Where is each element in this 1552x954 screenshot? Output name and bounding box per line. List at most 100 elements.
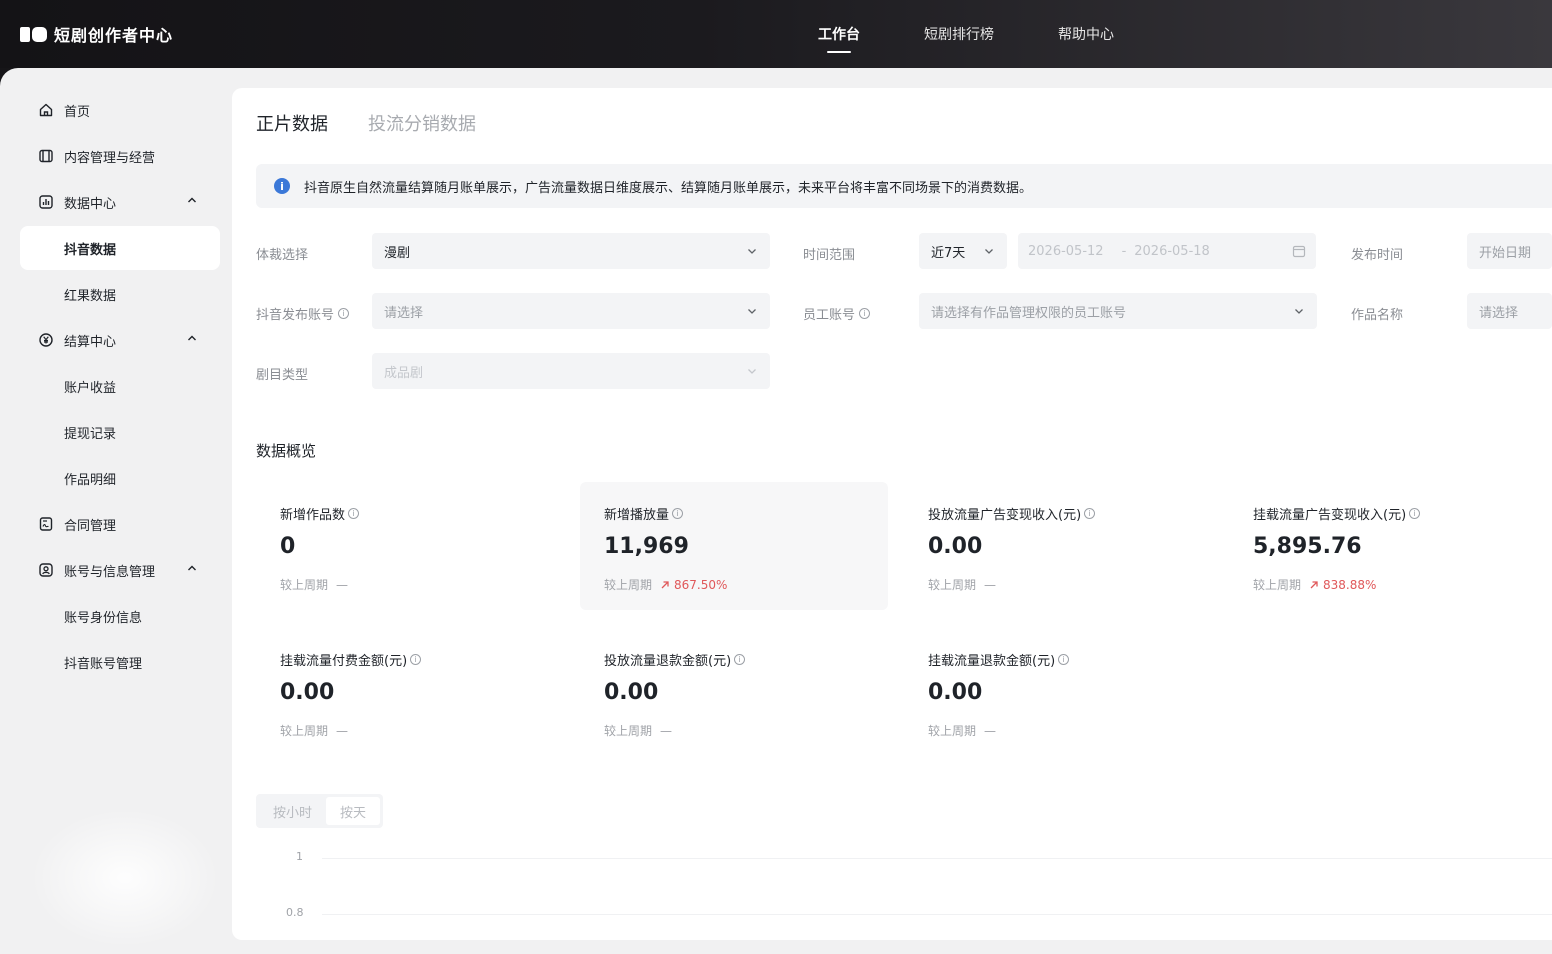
genre-select[interactable]: 漫剧 [372, 233, 770, 269]
staff-account-label: 员工账号 i [803, 304, 871, 323]
y-tick-label: 1 [296, 850, 303, 863]
y-tick-label: 0.8 [286, 906, 304, 919]
compare-label: 较上周期 [928, 578, 977, 592]
tab-main-data[interactable]: 正片数据 [256, 110, 328, 136]
metric-card-ad-revenue-mounted: 挂载流量广告变现收入(元) i 5,895.76 较上周期 838.88% [1229, 482, 1537, 610]
help-icon[interactable]: i [410, 654, 422, 665]
publish-start-placeholder: 开始日期 [1479, 245, 1532, 261]
help-icon[interactable]: i [348, 508, 360, 519]
notice-text: 抖音原生自然流量结算随月账单展示，广告流量数据日维度展示、结算随月账单展示，未来… [304, 180, 1033, 196]
help-icon[interactable]: i [1084, 508, 1096, 519]
sidebar-item-label: 账号与信息管理 [64, 564, 156, 580]
chevron-up-icon [188, 335, 196, 341]
calendar-icon[interactable] [1292, 244, 1306, 258]
metric-value: 5,895.76 [1253, 534, 1362, 559]
main-shell: 首页 内容管理与经营 数据中心 抖音数据 红果数据 结算中心 账户收益 提现记录… [0, 68, 1552, 954]
drama-type-value: 成品剧 [384, 365, 424, 381]
sidebar-item-account-info[interactable]: 账号与信息管理 [20, 548, 220, 592]
top-nav-help[interactable]: 帮助中心 [1058, 24, 1114, 44]
metric-card-paid-amount: 挂载流量付费金额(元) i 0.00 较上周期 — [256, 628, 564, 756]
metric-change: 867.50% [674, 577, 728, 592]
metric-card-new-plays: 新增播放量 i 11,969 较上周期 867.50% [580, 482, 888, 610]
end-date[interactable]: 2026-05-18 [1134, 244, 1210, 259]
staff-account-placeholder: 请选择有作品管理权限的员工账号 [931, 305, 1127, 321]
time-range-value: 近7天 [931, 245, 966, 261]
top-nav-ranking[interactable]: 短剧排行榜 [924, 24, 994, 44]
help-icon[interactable]: i [338, 308, 350, 319]
help-icon[interactable]: i [1409, 508, 1421, 519]
sidebar-item-label: 结算中心 [64, 334, 117, 350]
sidebar-item-content[interactable]: 内容管理与经营 [20, 134, 220, 178]
granularity-hourly[interactable]: 按小时 [259, 797, 326, 825]
metric-title: 投放流量广告变现收入(元) [928, 508, 1082, 523]
chevron-up-icon [188, 197, 196, 203]
work-name-select[interactable]: 请选择 [1467, 293, 1552, 329]
sidebar-item-contract[interactable]: 合同管理 [20, 502, 220, 546]
data-tabs: 正片数据 投流分销数据 [256, 110, 516, 136]
metric-title: 新增播放量 [604, 508, 670, 523]
start-date[interactable]: 2026-05-12 [1028, 244, 1104, 259]
metric-title: 挂载流量付费金额(元) [280, 654, 408, 669]
top-nav: 工作台 短剧排行榜 帮助中心 [818, 24, 1178, 53]
publish-time-label: 发布时间 [1351, 248, 1404, 263]
chevron-down-icon [748, 249, 756, 254]
sidebar-item-label: 合同管理 [64, 518, 117, 534]
sidebar-item-data-center[interactable]: 数据中心 [20, 180, 220, 224]
granularity-daily[interactable]: 按天 [326, 797, 381, 825]
metric-value: 0.00 [928, 534, 983, 559]
help-icon[interactable]: i [859, 308, 871, 319]
metric-title: 挂载流量退款金额(元) [928, 654, 1056, 669]
metric-change: — [984, 577, 997, 592]
metric-change-up: 838.88% [1309, 578, 1376, 592]
sidebar-item-hongguo-data[interactable]: 红果数据 [20, 272, 220, 316]
help-icon[interactable]: i [734, 654, 746, 665]
sidebar-item-label: 抖音账号管理 [64, 656, 143, 672]
info-icon: i [274, 178, 290, 194]
help-icon[interactable]: i [1058, 654, 1070, 665]
chart-gridline [322, 858, 1552, 859]
work-name-label: 作品名称 [1351, 308, 1404, 323]
douyin-account-label: 抖音发布账号 i [256, 304, 350, 323]
sidebar-item-douyin-account[interactable]: 抖音账号管理 [20, 640, 220, 684]
time-range-select[interactable]: 近7天 [919, 233, 1007, 269]
douyin-account-placeholder: 请选择 [384, 305, 424, 321]
metric-change: — [660, 723, 673, 738]
metric-value: 11,969 [604, 534, 689, 559]
sidebar-item-account-earnings[interactable]: 账户收益 [20, 364, 220, 408]
sidebar-item-withdraw-records[interactable]: 提现记录 [20, 410, 220, 454]
brand-logo-icon [20, 25, 48, 43]
sidebar-item-label: 账户收益 [64, 380, 117, 396]
metric-title: 投放流量退款金额(元) [604, 654, 732, 669]
arrow-up-right-icon [1310, 580, 1318, 588]
chevron-up-icon [188, 565, 196, 571]
date-range-picker[interactable]: 2026-05-12 - 2026-05-18 [1018, 233, 1316, 269]
sidebar-item-label: 首页 [64, 104, 91, 120]
douyin-account-select[interactable]: 请选择 [372, 293, 770, 329]
sidebar-item-home[interactable]: 首页 [20, 88, 220, 132]
sidebar-item-label: 提现记录 [64, 426, 117, 442]
sidebar-item-label: 账号身份信息 [64, 610, 143, 626]
sidebar-item-settlement[interactable]: 结算中心 [20, 318, 220, 362]
compare-label: 较上周期 [928, 724, 977, 738]
date-separator: - [1121, 243, 1127, 259]
sidebar-item-label: 抖音数据 [64, 242, 117, 258]
compare-label: 较上周期 [1253, 578, 1302, 592]
staff-account-select[interactable]: 请选择有作品管理权限的员工账号 [919, 293, 1317, 329]
publish-start-date[interactable]: 开始日期 [1467, 233, 1552, 269]
sidebar-item-label: 作品明细 [64, 472, 117, 488]
work-name-placeholder: 请选择 [1479, 305, 1519, 321]
drama-type-select[interactable]: 成品剧 [372, 353, 770, 389]
sidebar-item-identity-info[interactable]: 账号身份信息 [20, 594, 220, 638]
sidebar-item-douyin-data[interactable]: 抖音数据 [20, 226, 220, 270]
brand[interactable]: 短剧创作者中心 [20, 22, 173, 46]
chevron-down-icon [985, 249, 993, 254]
compare-label: 较上周期 [280, 724, 329, 738]
tab-distribution-data[interactable]: 投流分销数据 [368, 110, 476, 136]
top-nav-workbench[interactable]: 工作台 [818, 24, 860, 53]
genre-value: 漫剧 [384, 245, 411, 261]
help-icon[interactable]: i [672, 508, 684, 519]
sidebar-item-work-details[interactable]: 作品明细 [20, 456, 220, 500]
top-bar: 短剧创作者中心 工作台 短剧排行榜 帮助中心 [0, 0, 1552, 68]
metric-change-up: 867.50% [660, 578, 727, 592]
metric-value: 0.00 [280, 680, 335, 705]
